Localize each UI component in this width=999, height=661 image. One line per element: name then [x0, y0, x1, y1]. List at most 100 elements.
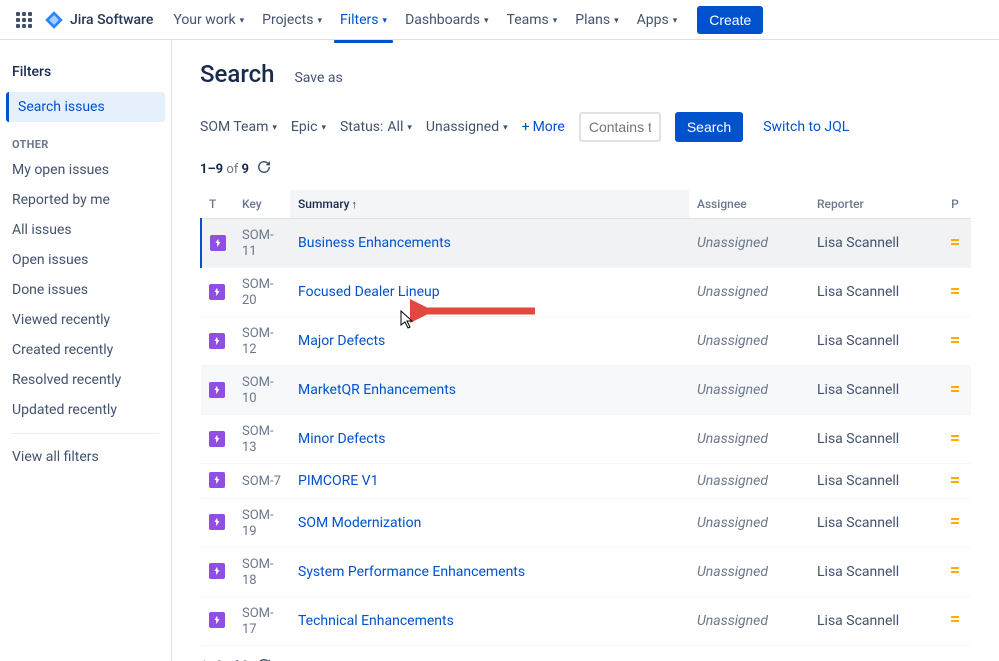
reporter-value[interactable]: Lisa Scannell	[817, 235, 899, 251]
epic-icon	[209, 472, 225, 488]
epic-icon	[209, 284, 225, 300]
table-row[interactable]: SOM-18System Performance EnhancementsUna…	[201, 547, 971, 596]
nav-filters[interactable]: Filters▾	[332, 6, 395, 34]
table-row[interactable]: SOM-11 Business Enhancements Unassigned Lis…	[201, 219, 971, 268]
table-row[interactable]: SOM-7PIMCORE V1UnassignedLisa Scannell=	[201, 464, 971, 499]
nav-teams[interactable]: Teams▾	[499, 6, 566, 34]
priority-medium-icon: =	[947, 563, 963, 579]
issue-summary[interactable]: Technical Enhancements	[298, 613, 454, 629]
sidebar: Filters Search issues OTHER My open issu…	[0, 40, 172, 661]
nav-apps[interactable]: Apps▾	[629, 6, 686, 34]
table-row[interactable]: SOM-20 Focused Dealer Lineup Unassigned Lis…	[201, 268, 971, 317]
col-priority[interactable]: P	[939, 190, 971, 219]
issue-summary[interactable]: Major Defects	[298, 333, 385, 349]
sidebar-item-all-issues[interactable]: All issues	[0, 215, 171, 245]
filter-status[interactable]: Status: All▾	[340, 119, 412, 135]
assignee-value: Unassigned	[697, 235, 768, 251]
issue-summary[interactable]: PIMCORE V1	[298, 473, 378, 489]
issue-key[interactable]: SOM-20	[242, 277, 274, 308]
issue-summary[interactable]: Focused Dealer Lineup	[298, 284, 440, 300]
table-row[interactable]: SOM-13 Minor Defects Unassigned Lisa Scanne…	[201, 415, 971, 464]
filter-type[interactable]: Epic▾	[291, 119, 326, 135]
sidebar-item-viewed-recently[interactable]: Viewed recently	[0, 305, 171, 335]
sidebar-item-search-issues[interactable]: Search issues	[6, 92, 165, 122]
issue-summary[interactable]: SOM Modernization	[298, 515, 421, 531]
refresh-icon[interactable]	[257, 160, 271, 178]
save-as-link[interactable]: Save as	[294, 70, 342, 86]
sidebar-title: Filters	[0, 56, 171, 92]
col-summary[interactable]: Summary↑	[290, 190, 689, 219]
chevron-down-icon: ▾	[614, 16, 619, 26]
sidebar-item-view-all-filters[interactable]: View all filters	[0, 442, 171, 472]
col-type[interactable]: T	[201, 190, 234, 219]
issue-key[interactable]: SOM-10	[242, 375, 274, 406]
reporter-value[interactable]: Lisa Scannell	[817, 473, 899, 489]
issue-summary[interactable]: System Performance Enhancements	[298, 564, 525, 580]
reporter-value[interactable]: Lisa Scannell	[817, 284, 899, 300]
search-input[interactable]	[579, 112, 661, 142]
issue-key[interactable]: SOM-13	[242, 424, 274, 455]
jira-logo-icon	[44, 10, 64, 30]
issue-summary[interactable]: Minor Defects	[298, 431, 385, 447]
issue-key[interactable]: SOM-12	[242, 326, 274, 357]
reporter-value[interactable]: Lisa Scannell	[817, 613, 899, 629]
filter-assignee[interactable]: Unassigned▾	[426, 119, 508, 135]
reporter-value[interactable]: Lisa Scannell	[817, 333, 899, 349]
reporter-value[interactable]: Lisa Scannell	[817, 515, 899, 531]
filter-project[interactable]: SOM Team▾	[200, 119, 277, 135]
reporter-value[interactable]: Lisa Scannell	[817, 431, 899, 447]
switch-to-jql-link[interactable]: Switch to JQL	[763, 119, 849, 135]
assignee-value: Unassigned	[697, 284, 768, 300]
table-row[interactable]: SOM-17Technical EnhancementsUnassignedLi…	[201, 596, 971, 645]
assignee-value: Unassigned	[697, 431, 768, 447]
chevron-down-icon: ▾	[484, 16, 489, 26]
nav-your-work[interactable]: Your work▾	[165, 6, 252, 34]
priority-medium-icon: =	[947, 472, 963, 488]
chevron-down-icon: ▾	[383, 16, 388, 26]
table-row[interactable]: SOM-19 SOM Modernization Unassigned Lisa Sc…	[201, 498, 971, 547]
issue-key[interactable]: SOM-7	[242, 474, 281, 489]
table-row[interactable]: SOM-10 MarketQR Enhancements Unassigned Lis…	[201, 366, 971, 415]
top-nav: Jira Software Your work▾ Projects▾ Filte…	[0, 0, 999, 40]
sidebar-item-reported-by-me[interactable]: Reported by me	[0, 185, 171, 215]
priority-medium-icon: =	[947, 430, 963, 446]
chevron-down-icon: ▾	[673, 16, 678, 26]
issue-key[interactable]: SOM-19	[242, 508, 274, 539]
col-assignee[interactable]: Assignee	[689, 190, 809, 219]
priority-medium-icon: =	[947, 283, 963, 299]
app-switcher-icon[interactable]	[12, 8, 36, 32]
sidebar-item-open-issues[interactable]: Open issues	[0, 245, 171, 275]
chevron-down-icon: ▾	[317, 16, 322, 26]
sidebar-item-updated-recently[interactable]: Updated recently	[0, 395, 171, 425]
reporter-value[interactable]: Lisa Scannell	[817, 564, 899, 580]
chevron-down-icon: ▾	[321, 123, 326, 133]
assignee-value: Unassigned	[697, 382, 768, 398]
sidebar-item-resolved-recently[interactable]: Resolved recently	[0, 365, 171, 395]
issue-table: T Key Summary↑ Assignee Reporter P SOM-1…	[200, 190, 971, 646]
create-button[interactable]: Create	[697, 6, 763, 34]
chevron-down-icon: ▾	[240, 16, 245, 26]
col-reporter[interactable]: Reporter	[809, 190, 939, 219]
nav-projects[interactable]: Projects▾	[254, 6, 330, 34]
sidebar-item-done-issues[interactable]: Done issues	[0, 275, 171, 305]
priority-medium-icon: =	[947, 332, 963, 348]
nav-dashboards[interactable]: Dashboards▾	[397, 6, 496, 34]
reporter-value[interactable]: Lisa Scannell	[817, 382, 899, 398]
refresh-icon[interactable]	[257, 658, 271, 661]
assignee-value: Unassigned	[697, 515, 768, 531]
table-row[interactable]: SOM-12Major DefectsUnassignedLisa Scanne…	[201, 317, 971, 366]
search-button[interactable]: Search	[675, 112, 743, 142]
epic-icon	[209, 431, 225, 447]
product-logo[interactable]: Jira Software	[44, 10, 153, 30]
product-name: Jira Software	[70, 12, 153, 28]
issue-summary[interactable]: Business Enhancements	[298, 235, 451, 251]
issue-key[interactable]: SOM-11	[242, 228, 274, 259]
col-key[interactable]: Key	[234, 190, 290, 219]
nav-plans[interactable]: Plans▾	[567, 6, 626, 34]
issue-summary[interactable]: MarketQR Enhancements	[298, 382, 456, 398]
filter-more[interactable]: + More	[522, 119, 565, 135]
sidebar-item-created-recently[interactable]: Created recently	[0, 335, 171, 365]
issue-key[interactable]: SOM-18	[242, 557, 274, 588]
sidebar-item-my-open[interactable]: My open issues	[0, 155, 171, 185]
issue-key[interactable]: SOM-17	[242, 606, 274, 637]
